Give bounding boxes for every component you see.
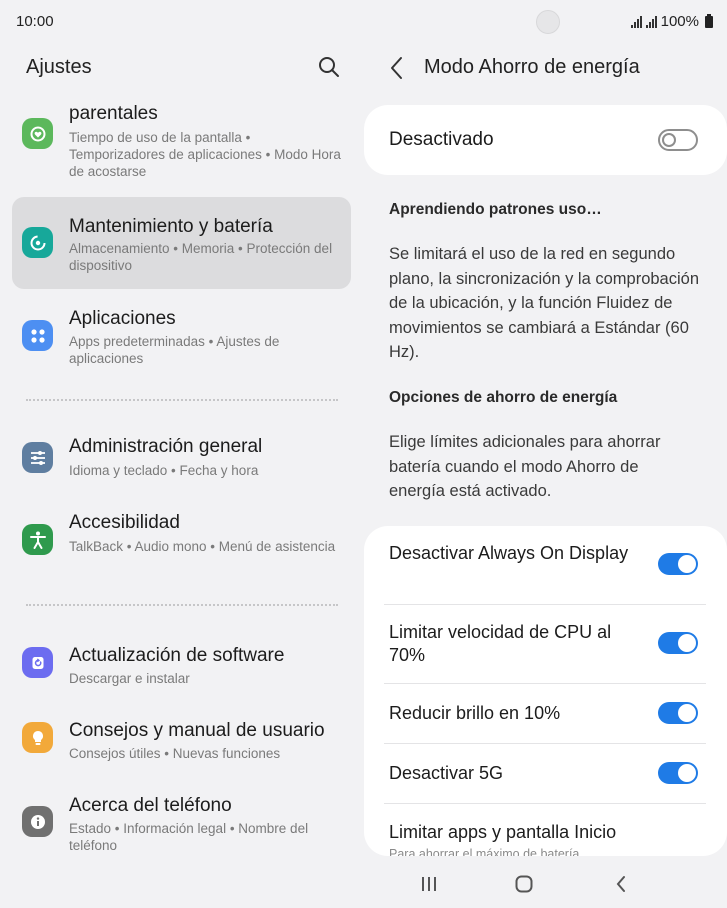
settings-item-subtitle: Apps predeterminadas • Ajustes de aplica… <box>69 334 280 366</box>
camera-cutout <box>536 10 560 34</box>
settings-item-accessibility[interactable]: Accesibilidad TalkBack • Audio mono • Me… <box>12 500 351 580</box>
page-title: Modo Ahorro de energía <box>424 56 640 78</box>
master-toggle-switch[interactable] <box>658 129 698 151</box>
settings-item-general-management[interactable]: Administración general Idioma y teclado … <box>12 425 351 495</box>
settings-item-title: Accesibilidad <box>69 512 180 533</box>
power-saving-master-switch[interactable]: Desactivado <box>364 105 727 175</box>
settings-item-subtitle: Idioma y teclado • Fecha y hora <box>69 463 259 478</box>
reduce-brightness-toggle[interactable] <box>658 702 698 724</box>
settings-item-subtitle: Estado • Información legal • Nombre del … <box>69 821 309 853</box>
option-label: Desactivar Always On Display <box>389 543 629 563</box>
option-always-on-display[interactable]: Desactivar Always On Display <box>364 526 727 605</box>
settings-item-apps[interactable]: Aplicaciones Apps predeterminadas • Ajus… <box>12 297 351 377</box>
settings-item-software-update[interactable]: Actualización de software Descargar e in… <box>12 630 351 700</box>
settings-item-tips[interactable]: Consejos y manual de usuario Consejos út… <box>12 705 351 775</box>
limit-cpu-toggle[interactable] <box>658 632 698 654</box>
status-time: 10:00 <box>16 13 54 30</box>
recent-apps-button[interactable] <box>418 872 440 896</box>
option-reduce-brightness[interactable]: Reducir brillo en 10% <box>364 684 727 744</box>
settings-list[interactable]: parentales Tiempo de uso de la pantalla … <box>12 100 351 860</box>
software-update-icon <box>22 647 53 678</box>
settings-item-title: Actualización de software <box>69 645 285 666</box>
settings-item-subtitle: TalkBack • Audio mono • Menú de asistenc… <box>69 539 336 554</box>
settings-item-subtitle: Consejos útiles • Nuevas funciones <box>69 746 281 761</box>
always-on-display-toggle[interactable] <box>658 553 698 575</box>
home-icon <box>515 875 533 893</box>
option-limit-apps-home[interactable]: Limitar apps y pantalla Inicio Para ahor… <box>364 804 727 856</box>
navigation-bar <box>364 860 727 908</box>
settings-item-about-phone[interactable]: Acerca del teléfono Estado • Información… <box>12 780 351 860</box>
learning-description: Se limitará el uso de la red en segundo … <box>389 245 700 361</box>
sliders-icon <box>22 442 53 473</box>
status-bar: 10:00 100% <box>0 0 727 44</box>
settings-item-title: Mantenimiento y batería <box>69 216 273 237</box>
battery-icon <box>705 13 713 28</box>
option-limit-cpu[interactable]: Limitar velocidad de CPU al 70% <box>364 605 727 684</box>
power-saving-options: Desactivar Always On Display Limitar vel… <box>364 526 727 856</box>
settings-item-title: Aplicaciones <box>69 308 176 329</box>
chevron-left-icon <box>616 876 625 892</box>
search-icon <box>319 57 339 77</box>
back-nav-button[interactable] <box>610 872 632 896</box>
info-icon <box>22 806 53 837</box>
signal-icon <box>645 15 657 28</box>
digital-wellbeing-icon <box>22 118 53 149</box>
option-label: Desactivar 5G <box>389 763 504 783</box>
settings-item-digital-wellbeing[interactable]: parentales Tiempo de uso de la pantalla … <box>12 100 351 186</box>
option-hint: Para ahorrar el máximo de batería <box>389 847 580 856</box>
accessibility-icon <box>22 524 53 555</box>
status-icons: 100% <box>630 13 713 30</box>
settings-item-title: parentales <box>69 103 158 124</box>
settings-item-subtitle: Almacenamiento • Memoria • Protección de… <box>69 241 333 273</box>
settings-item-title: Acerca del teléfono <box>69 795 232 816</box>
device-care-icon <box>22 227 53 258</box>
learning-heading: Aprendiendo patrones uso… <box>389 201 602 218</box>
disable-5g-toggle[interactable] <box>658 762 698 784</box>
settings-item-device-care[interactable]: Mantenimiento y batería Almacenamiento •… <box>12 197 351 289</box>
recent-apps-icon <box>422 877 436 891</box>
chevron-left-icon <box>391 57 402 79</box>
section-divider <box>26 604 338 606</box>
options-heading: Opciones de ahorro de energía <box>389 389 618 406</box>
tips-icon <box>22 722 53 753</box>
signal-icon <box>630 15 642 28</box>
option-label: Limitar apps y pantalla Inicio <box>389 822 617 842</box>
option-label: Reducir brillo en 10% <box>389 703 561 723</box>
settings-item-title: Consejos y manual de usuario <box>69 720 325 741</box>
settings-item-subtitle: Descargar e instalar <box>69 671 190 686</box>
search-button[interactable] <box>316 54 342 80</box>
back-button[interactable] <box>386 55 408 81</box>
settings-item-subtitle: Tiempo de uso de la pantalla • Temporiza… <box>69 130 341 179</box>
home-button[interactable] <box>513 872 535 896</box>
option-disable-5g[interactable]: Desactivar 5G <box>364 744 727 804</box>
battery-level: 100% <box>660 13 699 30</box>
apps-icon <box>22 320 53 351</box>
master-switch-label: Desactivado <box>389 129 494 150</box>
options-description: Elige límites adicionales para ahorrar b… <box>389 433 661 500</box>
section-divider <box>26 399 338 401</box>
settings-title: Ajustes <box>26 56 92 78</box>
option-label: Limitar velocidad de CPU al 70% <box>389 622 612 665</box>
settings-item-title: Administración general <box>69 436 263 457</box>
